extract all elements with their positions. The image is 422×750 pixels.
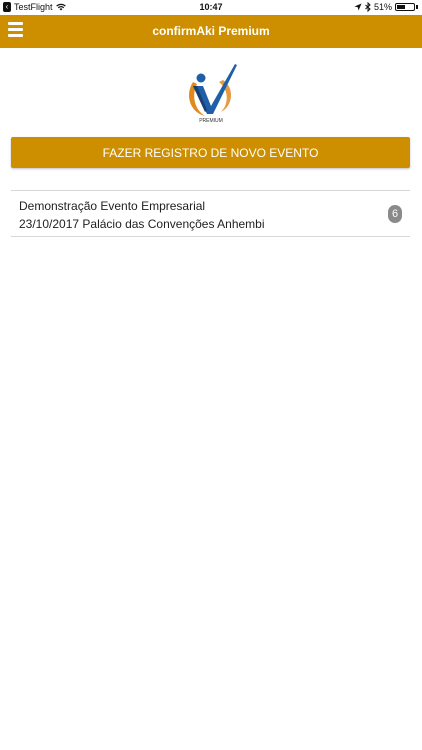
battery-nub	[416, 5, 418, 9]
bluetooth-icon	[365, 2, 371, 12]
event-count-badge: 6	[388, 205, 402, 223]
battery-icon	[395, 3, 415, 11]
battery-percent: 51%	[373, 2, 392, 12]
event-list-item[interactable]: Demonstração Evento Empresarial 23/10/20…	[11, 190, 410, 237]
confirmaki-logo: PREMIUM	[189, 64, 237, 124]
nav-bar: confirmAki Premium	[0, 15, 422, 48]
battery-fill	[397, 5, 406, 9]
event-details: 23/10/2017 Palácio das Convenções Anhemb…	[19, 217, 265, 231]
event-list: Demonstração Evento Empresarial 23/10/20…	[11, 190, 410, 237]
new-event-button[interactable]: FAZER REGISTRO DE NOVO EVENTO	[11, 137, 410, 168]
page-title: confirmAki Premium	[152, 24, 270, 38]
location-arrow-icon	[354, 3, 362, 11]
status-bar-right: 51%	[354, 2, 418, 12]
status-bar: ‹ TestFlight 10:47 51%	[0, 0, 422, 15]
logo-text: PREMIUM	[199, 118, 223, 124]
event-name: Demonstração Evento Empresarial	[19, 199, 206, 213]
